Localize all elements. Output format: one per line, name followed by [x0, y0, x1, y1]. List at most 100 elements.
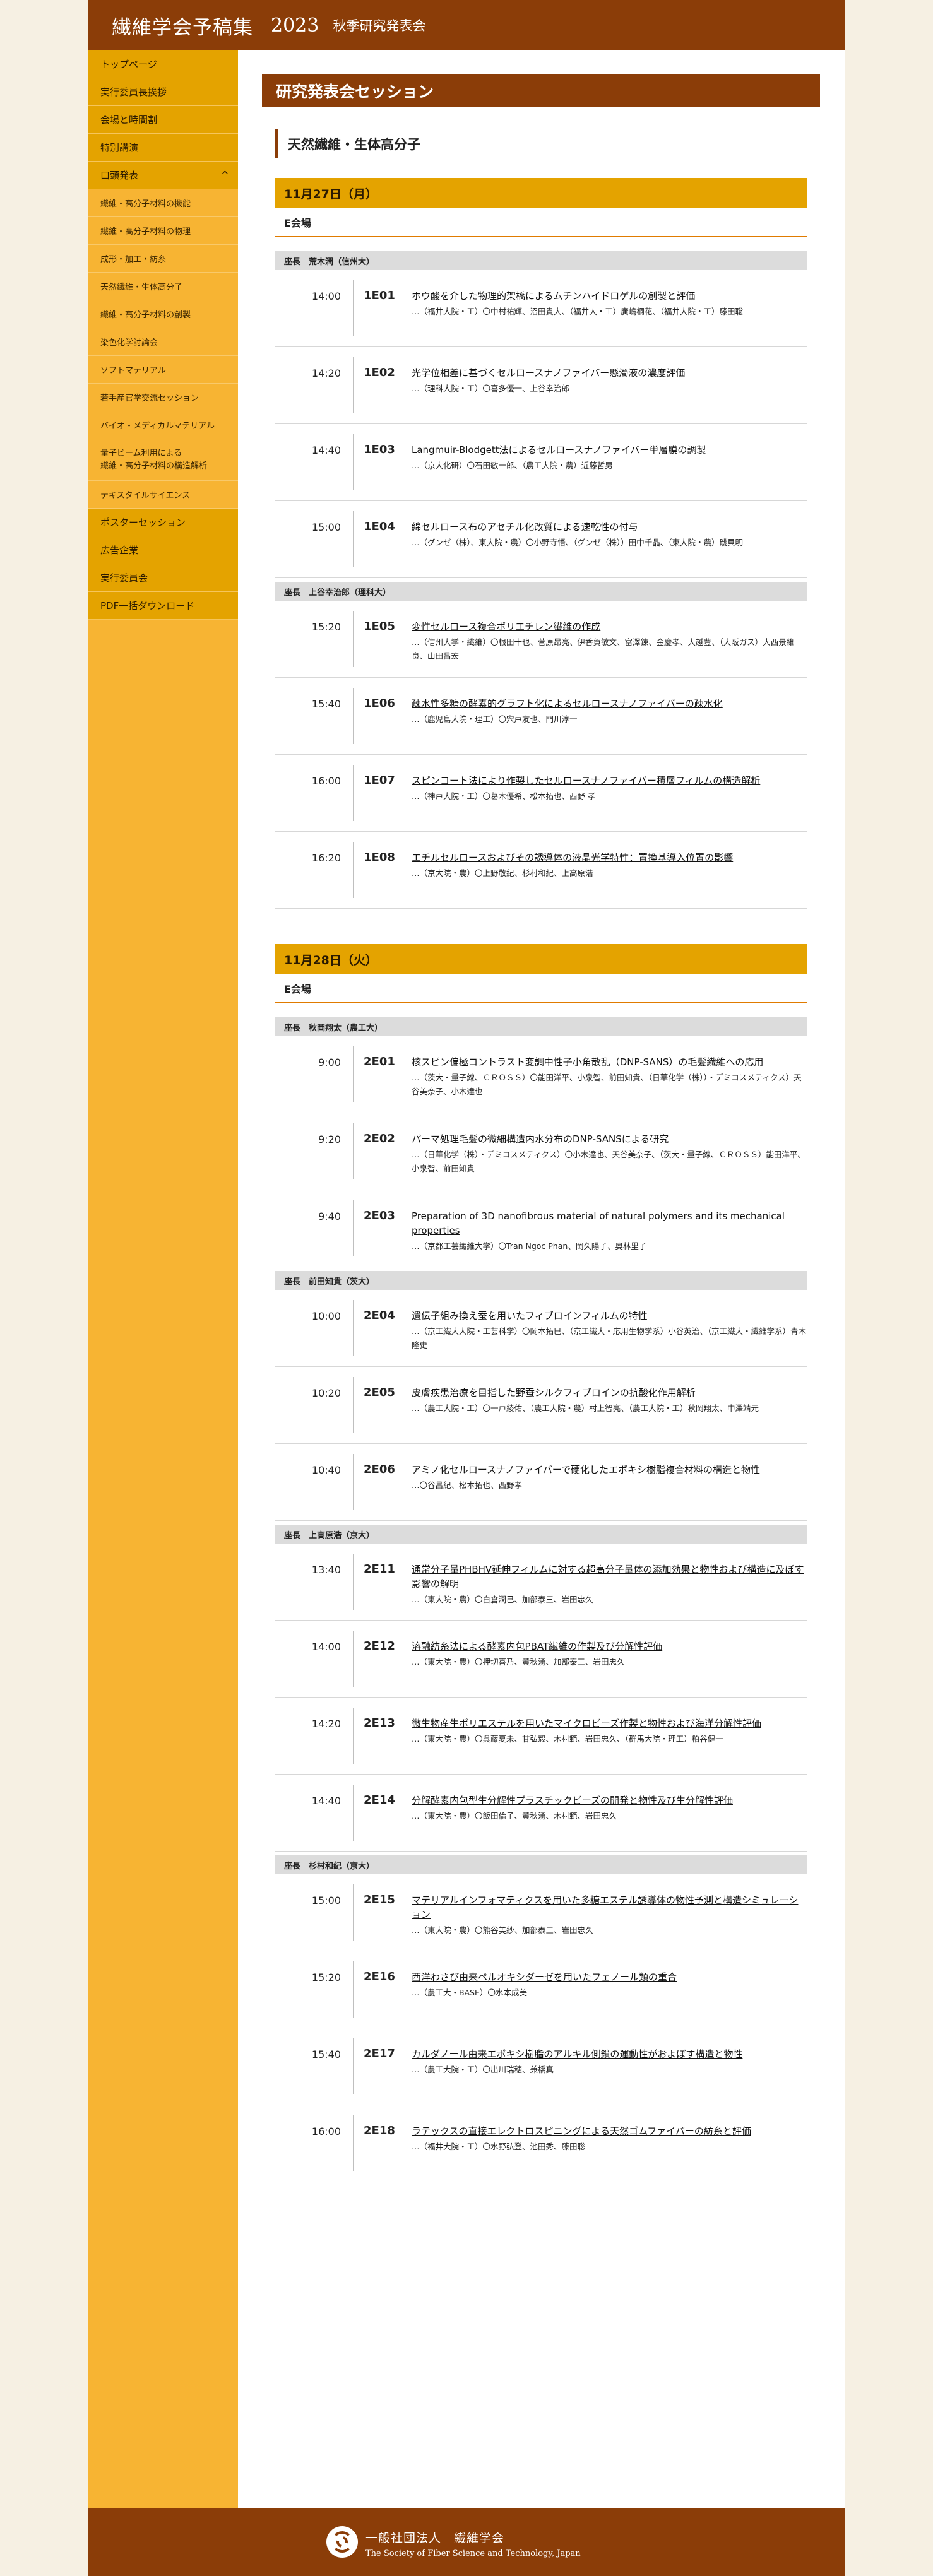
talk-code: 2E14	[364, 1793, 395, 1807]
sidebar-item[interactable]: PDF一括ダウンロード	[88, 592, 238, 620]
talk-title-link[interactable]: 皮膚疾患治療を目指した野蚕シルクフィブロインの抗酸化作用解析	[412, 1386, 807, 1400]
sidebar-item[interactable]: 会場と時間割	[88, 106, 238, 134]
talk-title-link[interactable]: 核スピン偏極コントラスト変調中性子小角散乱（DNP-SANS）の毛髪繊維への応用	[412, 1055, 807, 1070]
talk-title-link[interactable]: 通常分子量PHBHV延伸フィルムに対する超高分子量体の添加効果と物性および構造に…	[412, 1563, 807, 1592]
talk-title-link[interactable]: Preparation of 3D nanofibrous material o…	[412, 1209, 807, 1238]
sidebar-item-label: 口頭発表	[100, 170, 139, 181]
talk-row: 15:40 2E17 カルダノール由来エポキシ樹脂のアルキル側鎖の運動性がおよぼす構…	[275, 2028, 807, 2105]
sidebar-item[interactable]: トップページ	[88, 50, 238, 78]
talk-title-link[interactable]: Langmuir-Blodgett法によるセルロースナノファイバー単層膜の調製	[412, 443, 807, 458]
talk-row: 16:00 2E18 ラテックスの直接エレクトロスピニングによる天然ゴムファイバーの…	[275, 2105, 807, 2182]
talk-time: 14:40	[311, 1795, 341, 1807]
talk-code: 2E12	[364, 1640, 395, 1653]
sidebar-item[interactable]: バイオ・メディカルマテリアル	[88, 411, 238, 439]
talk-body: 分解酵素内包型生分解性プラスチックビーズの開発と物性及び生分解性評価 …（東大院・…	[412, 1793, 807, 1823]
sidebar-item[interactable]: 成形・加工・紡糸	[88, 245, 238, 273]
talk-body: 核スピン偏極コントラスト変調中性子小角散乱（DNP-SANS）の毛髪繊維への応用…	[412, 1055, 807, 1099]
talk-time: 14:20	[311, 1718, 341, 1730]
talk-title-link[interactable]: 遺伝子組み換え蚕を用いたフィブロインフィルムの特性	[412, 1309, 807, 1323]
divider	[353, 1554, 354, 1610]
session-name: 天然繊維・生体高分子	[275, 129, 420, 158]
sidebar-item-label: 特別講演	[100, 142, 139, 153]
sidebar-item-label: 量子ビーム利用による 繊維・高分子材料の構造解析	[100, 449, 208, 471]
sidebar-item-label: 繊維・高分子材料の機能	[100, 199, 191, 209]
sidebar-item[interactable]: ソフトマテリアル	[88, 356, 238, 384]
talk-time: 14:00	[311, 290, 341, 302]
sidebar-item[interactable]: 繊維・高分子材料の物理	[88, 217, 238, 245]
talk-row: 14:40 2E14 分解酵素内包型生分解性プラスチックビーズの開発と物性及び生分解…	[275, 1775, 807, 1852]
sidebar-item[interactable]: 実行委員長挨拶	[88, 78, 238, 106]
sidebar-item[interactable]: 染色化学討論会	[88, 328, 238, 356]
talk-title-link[interactable]: 光学位相差に基づくセルロースナノファイバー懸濁液の濃度評価	[412, 366, 807, 381]
sidebar-item-label: テキスタイルサイエンス	[100, 491, 191, 500]
talk-time: 13:40	[311, 1564, 341, 1576]
talk-title-link[interactable]: 分解酵素内包型生分解性プラスチックビーズの開発と物性及び生分解性評価	[412, 1793, 807, 1808]
session-chair: 座長 上谷幸治郎（理科大）	[275, 582, 807, 601]
talk-body: 西洋わさび由来ペルオキシダーゼを用いたフェノール類の重合 …（農工大・BASE）〇…	[412, 1970, 807, 2000]
talk-body: カルダノール由来エポキシ樹脂のアルキル側鎖の運動性がおよぼす構造と物性 …（農工大…	[412, 2047, 807, 2077]
footer-org-jp: 一般社団法人 繊維学会	[365, 2531, 505, 2545]
talk-body: 変性セルロース複合ポリエチレン繊維の作成 …（信州大学・繊維）〇根田十也、菅原昂亮…	[412, 620, 807, 663]
talk-row: 14:00 1E01 ホウ酸を介した物理的架橋によるムチンハイドロゲルの創製と評価 ……	[275, 270, 807, 347]
sidebar-item-label: 繊維・高分子材料の物理	[100, 227, 191, 237]
talk-authors: …（グンゼ（株）、東大院・農）〇小野寺悟、（グンゼ（株））田中千晶、（東大院・農…	[412, 538, 744, 547]
sidebar-item[interactable]: ポスターセッション	[88, 509, 238, 536]
sidebar-item[interactable]: 繊維・高分子材料の創製	[88, 300, 238, 328]
talk-title-link[interactable]: パーマ処理毛髪の微細構造内水分布のDNP-SANSによる研究	[412, 1132, 807, 1147]
sidebar-item[interactable]: 繊維・高分子材料の機能	[88, 189, 238, 217]
talk-title-link[interactable]: 微生物産生ポリエステルを用いたマイクロビーズ作製と物性および海洋分解性評価	[412, 1716, 807, 1731]
session-chair: 座長 秋岡翔太（農工大）	[275, 1017, 807, 1036]
talk-code: 2E15	[364, 1893, 395, 1906]
talk-title-link[interactable]: 疎水性多糖の酵素的グラフト化によるセルロースナノファイバーの疎水化	[412, 697, 807, 711]
talk-row: 10:00 2E04 遺伝子組み換え蚕を用いたフィブロインフィルムの特性 …（京工繊大…	[275, 1290, 807, 1367]
site-year: 2023	[271, 14, 319, 37]
sidebar-item-label: 会場と時間割	[100, 114, 158, 126]
talk-row: 14:20 2E13 微生物産生ポリエステルを用いたマイクロビーズ作製と物性および海…	[275, 1698, 807, 1775]
talk-code: 2E11	[364, 1563, 395, 1576]
talk-title-link[interactable]: 変性セルロース複合ポリエチレン繊維の作成	[412, 620, 807, 634]
talk-time: 14:00	[311, 1641, 341, 1653]
talk-title-link[interactable]: エチルセルロースおよびその誘導体の液晶光学特性：置換基導入位置の影響	[412, 851, 807, 865]
sidebar-item[interactable]: 実行委員会	[88, 564, 238, 592]
talk-code: 1E03	[364, 443, 395, 456]
talk-code: 1E01	[364, 289, 395, 302]
talk-time: 14:20	[311, 367, 341, 379]
talk-code: 2E02	[364, 1132, 395, 1145]
divider	[353, 2038, 354, 2094]
sidebar-item[interactable]: 量子ビーム利用による 繊維・高分子材料の構造解析	[88, 439, 238, 481]
sidebar-item-label: PDF一括ダウンロード	[100, 600, 195, 612]
divider	[353, 1884, 354, 1941]
sidebar-item-label: 実行委員会	[100, 572, 148, 584]
sidebar-item[interactable]: 天然繊維・生体高分子	[88, 273, 238, 300]
talk-title-link[interactable]: 溶融紡糸法による酵素内包PBAT繊維の作製及び分解性評価	[412, 1640, 807, 1654]
talk-title-link[interactable]: アミノ化セルロースナノファイバーで硬化したエポキシ樹脂複合材料の構造と物性	[412, 1463, 807, 1477]
talk-title-link[interactable]: スピンコート法により作製したセルロースナノファイバー積層フィルムの構造解析	[412, 774, 807, 788]
talk-title-link[interactable]: 西洋わさび由来ペルオキシダーゼを用いたフェノール類の重合	[412, 1970, 807, 1985]
sidebar-item[interactable]: 口頭発表 ^	[88, 162, 238, 189]
chevron-up-icon[interactable]: ^	[221, 169, 229, 181]
talk-title-link[interactable]: ラテックスの直接エレクトロスピニングによる天然ゴムファイバーの紡糸と評価	[412, 2124, 807, 2139]
talk-body: 綿セルロース布のアセチル化改質による速乾性の付与 …（グンゼ（株）、東大院・農）〇…	[412, 520, 807, 550]
talk-authors: …（東大院・農）〇白倉潤己、加部泰三、岩田忠久	[412, 1595, 593, 1604]
talk-title-link[interactable]: ホウ酸を介した物理的架橋によるムチンハイドロゲルの創製と評価	[412, 289, 807, 304]
talk-authors: …（東大院・農）〇呉藤夏未、甘弘毅、木村範、岩田忠久、（群馬大院・理工）粕谷健一	[412, 1734, 723, 1744]
talk-title-link[interactable]: 綿セルロース布のアセチル化改質による速乾性の付与	[412, 520, 807, 535]
sidebar-item-label: 繊維・高分子材料の創製	[100, 310, 191, 320]
talk-code: 1E07	[364, 774, 395, 787]
divider	[353, 2115, 354, 2171]
sidebar-item-label: 実行委員長挨拶	[100, 86, 167, 98]
talk-authors: …（東大院・農）〇飯田倫子、黄秋湧、木村範、岩田忠久	[412, 1811, 617, 1821]
talk-body: 溶融紡糸法による酵素内包PBAT繊維の作製及び分解性評価 …（東大院・農）〇押切喜…	[412, 1640, 807, 1669]
talk-code: 2E03	[364, 1209, 395, 1222]
sidebar-item[interactable]: 広告企業	[88, 536, 238, 564]
sidebar-item[interactable]: 特別講演	[88, 134, 238, 162]
talk-code: 2E18	[364, 2124, 395, 2137]
divider	[353, 611, 354, 667]
sidebar-item[interactable]: テキスタイルサイエンス	[88, 481, 238, 509]
talk-title-link[interactable]: カルダノール由来エポキシ樹脂のアルキル側鎖の運動性がおよぼす構造と物性	[412, 2047, 807, 2062]
site-title[interactable]: 繊維学会予稿集	[112, 11, 253, 40]
talk-body: エチルセルロースおよびその誘導体の液晶光学特性：置換基導入位置の影響 …（京大院・…	[412, 851, 807, 880]
sidebar-item[interactable]: 若手産官学交流セッション	[88, 384, 238, 411]
talk-row: 14:20 1E02 光学位相差に基づくセルロースナノファイバー懸濁液の濃度評価 …（…	[275, 347, 807, 424]
talk-title-link[interactable]: マテリアルインフォマティクスを用いた多糖エステル誘導体の物性予測と構造シミュレー…	[412, 1893, 807, 1922]
